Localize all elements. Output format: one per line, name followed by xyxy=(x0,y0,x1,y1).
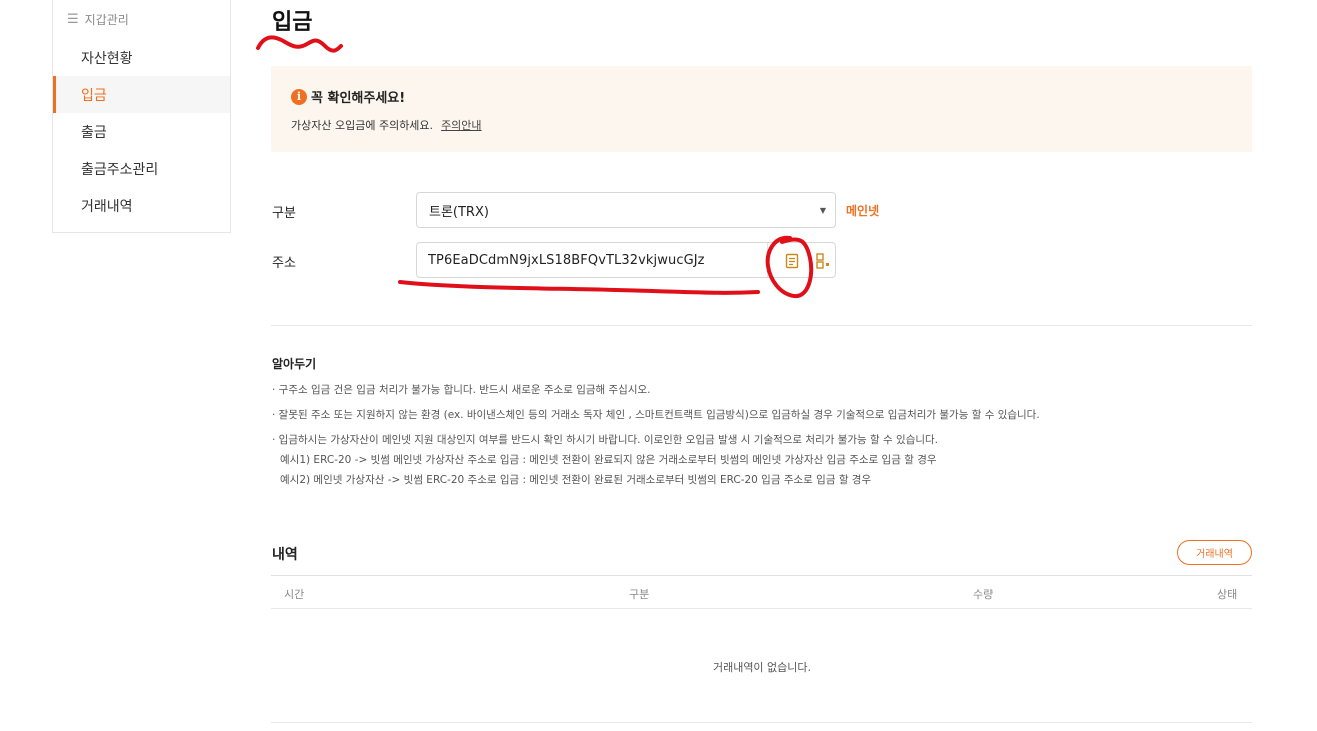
caution-guide-link[interactable]: 주의안내 xyxy=(441,119,481,132)
sidebar-header-label: 지갑관리 xyxy=(84,13,129,27)
notice-title-text: 꼭 확인해주세요! xyxy=(311,91,406,106)
title-underline-annotation xyxy=(256,35,343,53)
notice-box: i 꼭 확인해주세요! 가상자산 오입금에 주의하세요. 주의안내 xyxy=(271,66,1252,152)
sidebar-item-label: 출금주소관리 xyxy=(81,161,159,178)
empty-history-message: 거래내역이 없습니다. xyxy=(712,661,812,674)
note-example: 예시1) ERC-20 -> 빗썸 메인넷 가상자산 주소로 입금 : 메인넷 … xyxy=(280,454,937,466)
sidebar-item-history[interactable]: 거래내역 xyxy=(53,187,230,224)
deposit-address-value: TP6EaDCdmN9jxLS18BFQvTL32vkjwucGJz xyxy=(428,253,705,268)
table-bottom-border xyxy=(271,722,1252,723)
note-example: 예시2) 메인넷 가상자산 -> 빗썸 ERC-20 주소로 입금 : 메인넷 … xyxy=(280,474,872,486)
type-label: 구분 xyxy=(272,206,296,221)
address-underline-annotation xyxy=(398,280,760,295)
history-title: 내역 xyxy=(272,547,298,563)
table-header-border xyxy=(271,608,1252,609)
table-top-border xyxy=(271,575,1252,576)
coin-select[interactable]: 트론(TRX) ▼ xyxy=(416,192,836,228)
sidebar-item-label: 거래내역 xyxy=(81,198,133,215)
copy-button-circle-annotation xyxy=(765,235,814,299)
sidebar-item-withdraw[interactable]: 출금 xyxy=(53,113,230,150)
address-label: 주소 xyxy=(272,256,296,271)
notes-title: 알아두기 xyxy=(272,357,317,371)
info-icon: i xyxy=(291,88,307,105)
notice-text: 가상자산 오입금에 주의하세요. 주의안내 xyxy=(291,117,482,133)
notice-message: 가상자산 오입금에 주의하세요. xyxy=(291,119,434,132)
column-header-amount: 수량 xyxy=(973,588,994,601)
coin-select-value: 트론(TRX) xyxy=(429,204,489,220)
sidebar-item-label: 출금 xyxy=(81,124,107,141)
sidebar-item-assets[interactable]: 자산현황 xyxy=(53,39,230,76)
sidebar-header: ☰ 지갑관리 xyxy=(53,0,230,39)
column-header-type: 구분 xyxy=(629,588,650,601)
sidebar: ☰ 지갑관리 자산현황 입금 출금 출금주소관리 거래내역 xyxy=(52,0,231,233)
section-divider xyxy=(271,325,1252,326)
sidebar-item-label: 입금 xyxy=(81,87,107,104)
transaction-history-button[interactable]: 거래내역 xyxy=(1177,540,1252,565)
network-label: 메인넷 xyxy=(846,204,880,218)
chevron-down-icon: ▼ xyxy=(819,206,826,215)
sidebar-item-deposit[interactable]: 입금 xyxy=(53,76,230,113)
notice-title: i 꼭 확인해주세요! xyxy=(291,87,405,106)
note-line: · 입금하시는 가상자산이 메인넷 지원 대상인지 여부를 반드시 확인 하시기… xyxy=(272,434,939,446)
note-line: · 잘못된 주소 또는 지원하지 않는 환경 (ex. 바이낸스체인 등의 거래… xyxy=(272,409,1040,421)
sidebar-item-label: 자산현황 xyxy=(81,50,133,67)
note-line: · 구주소 입금 건은 입금 처리가 불가능 합니다. 반드시 새로운 주소로 … xyxy=(272,384,651,396)
column-header-status: 상태 xyxy=(1217,588,1238,601)
sidebar-item-withdraw-address[interactable]: 출금주소관리 xyxy=(53,150,230,187)
menu-icon: ☰ xyxy=(67,12,79,27)
column-header-time: 시간 xyxy=(284,588,305,601)
